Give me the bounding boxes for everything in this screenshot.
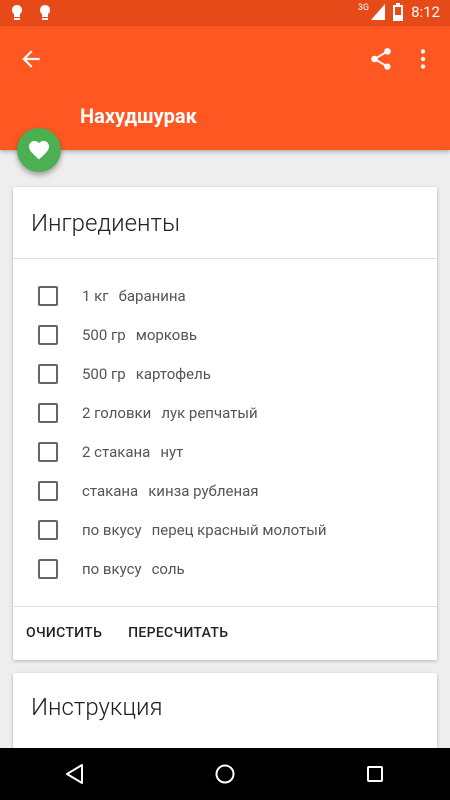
checkbox[interactable] bbox=[38, 325, 58, 345]
checkbox[interactable] bbox=[38, 286, 58, 306]
ingredient-item[interactable]: 500 гр картофель bbox=[38, 359, 211, 389]
share-icon[interactable] bbox=[368, 46, 394, 72]
nav-home-button[interactable] bbox=[195, 748, 255, 800]
recalculate-button[interactable]: ПЕРЕСЧИТАТЬ bbox=[115, 607, 241, 659]
lightbulb-notification-icon bbox=[40, 5, 50, 20]
ingredient-item[interactable]: 2 головки лук репчатый bbox=[38, 398, 258, 428]
ingredient-item[interactable]: 1 кг баранина bbox=[38, 281, 186, 311]
ingredient-item[interactable]: 500 гр морковь bbox=[38, 320, 197, 350]
ingredient-quantity: стакана bbox=[82, 482, 139, 500]
signal-icon bbox=[371, 4, 386, 20]
ingredient-name: лук репчатый bbox=[161, 404, 258, 422]
checkbox[interactable] bbox=[38, 520, 58, 540]
checkbox[interactable] bbox=[38, 442, 58, 462]
heart-icon bbox=[29, 141, 49, 160]
checkbox[interactable] bbox=[38, 481, 58, 501]
ingredient-quantity: 2 стакана bbox=[82, 443, 151, 461]
network-type: 3G bbox=[357, 3, 370, 13]
checkbox[interactable] bbox=[38, 364, 58, 384]
ingredient-name: нут bbox=[160, 443, 184, 461]
page-title: Нахудшурак bbox=[80, 104, 197, 128]
ingredient-quantity: по вкусу bbox=[82, 560, 142, 578]
ingredient-quantity: 500 гр bbox=[82, 326, 126, 344]
app-bar: Нахудшурак bbox=[0, 26, 450, 150]
instructions-title: Инструкция bbox=[31, 693, 163, 721]
card-actions: ОЧИСТИТЬ ПЕРЕСЧИТАТЬ bbox=[13, 607, 241, 659]
lightbulb-notification-icon bbox=[12, 5, 23, 20]
ingredient-item[interactable]: по вкусу перец красный молотый bbox=[38, 515, 327, 545]
ingredient-quantity: по вкусу bbox=[82, 521, 142, 539]
checkbox[interactable] bbox=[38, 403, 58, 423]
circle-home-icon bbox=[215, 764, 235, 784]
ingredient-item[interactable]: стакана кинза рубленая bbox=[38, 476, 259, 506]
arrow-back-icon[interactable] bbox=[18, 46, 44, 72]
square-recents-icon bbox=[367, 766, 383, 782]
ingredient-item[interactable]: по вкусу соль bbox=[38, 554, 185, 584]
ingredients-card: Ингредиенты 1 кг баранина 500 гр морковь 5… bbox=[13, 187, 437, 660]
ingredient-item[interactable]: 2 стакана нут bbox=[38, 437, 183, 467]
nav-back-button[interactable] bbox=[45, 748, 105, 800]
battery-icon bbox=[393, 3, 404, 21]
favorite-button[interactable] bbox=[17, 128, 61, 172]
ingredient-name: кинза рубленая bbox=[148, 482, 259, 500]
ingredient-name: морковь bbox=[135, 326, 198, 344]
nav-recents-button[interactable] bbox=[345, 748, 405, 800]
clear-button[interactable]: ОЧИСТИТЬ bbox=[13, 607, 115, 659]
ingredient-quantity: 500 гр bbox=[82, 365, 126, 383]
ingredient-name: картофель bbox=[135, 365, 211, 383]
ingredient-quantity: 2 головки bbox=[82, 404, 152, 422]
ingredient-name: соль bbox=[151, 560, 185, 578]
checkbox[interactable] bbox=[38, 559, 58, 579]
status-bar: 3G 8:12 bbox=[0, 0, 450, 26]
divider bbox=[13, 258, 437, 259]
triangle-back-icon bbox=[66, 764, 83, 784]
ingredient-name: баранина bbox=[118, 287, 186, 305]
system-nav-bar bbox=[0, 748, 450, 800]
more-vert-icon[interactable] bbox=[410, 46, 436, 72]
ingredient-quantity: 1 кг bbox=[82, 287, 109, 305]
ingredient-name: перец красный молотый bbox=[151, 521, 327, 539]
status-time: 8:12 bbox=[411, 3, 440, 21]
ingredients-title: Ингредиенты bbox=[31, 209, 180, 237]
